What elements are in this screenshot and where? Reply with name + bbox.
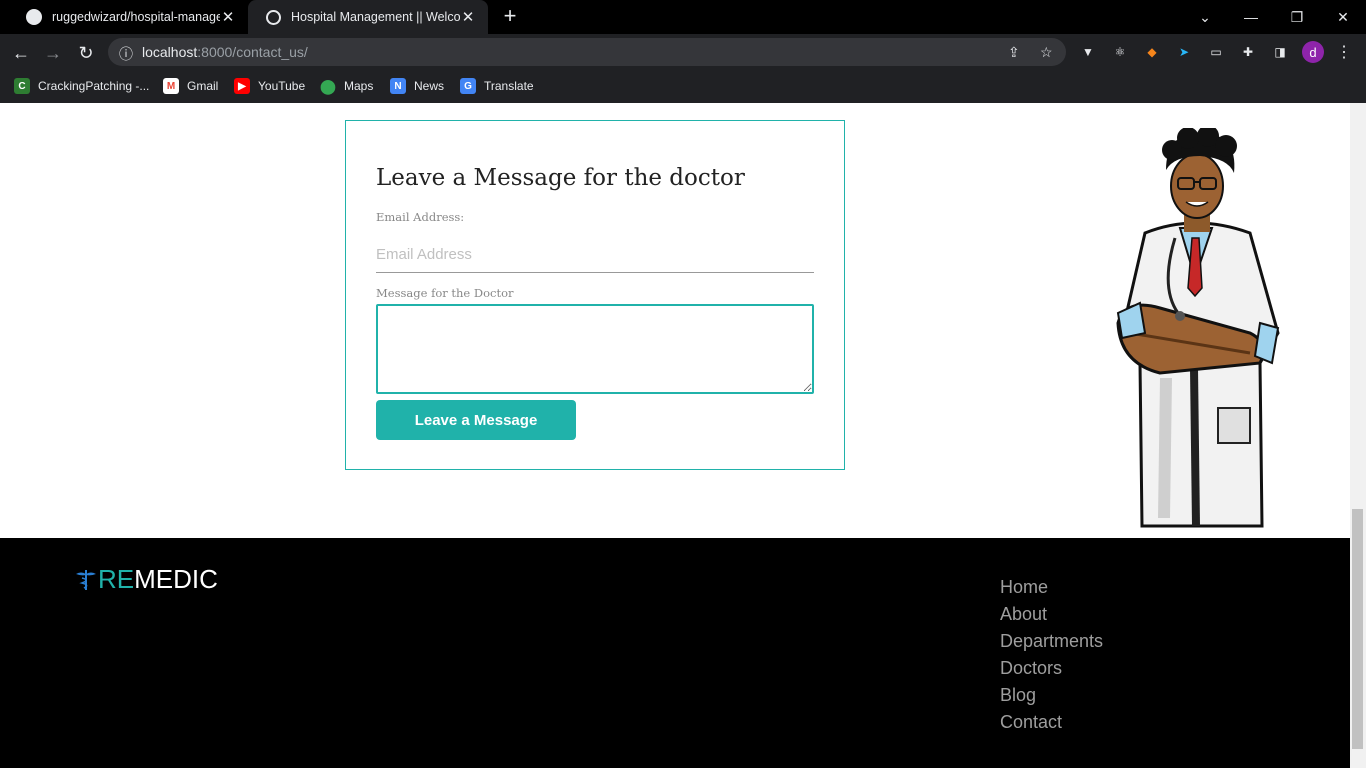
metamask-icon[interactable]: ◆ (1142, 42, 1162, 62)
youtube-icon: ▶ (234, 78, 250, 94)
extension-arrow-icon[interactable]: ➤ (1174, 42, 1194, 62)
side-panel-icon[interactable]: ◨ (1270, 42, 1290, 62)
page-scrollbar[interactable] (1350, 103, 1366, 768)
bookmark-label: CrackingPatching -... (38, 79, 150, 93)
bookmarks-bar: C CrackingPatching -... M Gmail ▶ YouTub… (0, 70, 1366, 103)
bookmark-gmail[interactable]: M Gmail (163, 76, 218, 96)
vue-devtools-icon[interactable]: ▼ (1078, 42, 1098, 62)
form-title: Leave a Message for the doctor (376, 165, 745, 191)
maps-icon: ⬤ (320, 77, 336, 94)
email-input[interactable] (376, 236, 814, 273)
bookmark-maps[interactable]: ⬤ Maps (320, 76, 373, 96)
contact-form-card: Leave a Message for the doctor Email Add… (345, 120, 845, 470)
logo-re: RE (98, 564, 135, 594)
logo-medic: MEDIC (134, 564, 218, 594)
extensions-puzzle-icon[interactable]: ✚ (1238, 42, 1258, 62)
leave-message-button[interactable]: Leave a Message (376, 400, 576, 440)
message-textarea[interactable] (376, 304, 814, 394)
bookmark-youtube[interactable]: ▶ YouTube (234, 76, 305, 96)
url-text: localhost:8000/contact_us/ (142, 44, 308, 60)
crackingpatching-icon: C (14, 78, 30, 94)
gmail-icon: M (163, 78, 179, 94)
github-icon (26, 9, 42, 25)
tab-search-icon[interactable]: ⌄ (1182, 0, 1228, 34)
tab-hospital-management[interactable]: Hospital Management || Welcom ✕ (248, 0, 488, 34)
minimize-button[interactable]: — (1228, 0, 1274, 34)
footer-link-home[interactable]: Home (1000, 576, 1103, 603)
forward-button[interactable]: → (40, 40, 66, 66)
site-logo[interactable]: RE MEDIC (74, 564, 218, 595)
site-footer: RE MEDIC Home About Departments Doctors B… (0, 538, 1350, 768)
footer-link-contact[interactable]: Contact (1000, 711, 1103, 738)
bookmark-label: News (414, 79, 445, 93)
translate-icon: G (460, 78, 476, 94)
bookmark-crackingpatching[interactable]: C CrackingPatching -... (14, 76, 149, 96)
tab-github[interactable]: ruggedwizard/hospital-managem ✕ (8, 0, 248, 34)
close-tab-icon[interactable]: ✕ (460, 8, 476, 26)
caduceus-icon (76, 569, 96, 590)
bookmark-label: Maps (344, 79, 374, 93)
tab-title: ruggedwizard/hospital-managem (52, 10, 220, 24)
address-bar[interactable]: ⓘ localhost:8000/contact_us/ ⇪ ☆ (108, 38, 1066, 66)
bookmark-label: Translate (484, 79, 534, 93)
bookmark-translate[interactable]: G Translate (460, 76, 534, 96)
extension-screen-icon[interactable]: ▭ (1206, 42, 1226, 62)
menu-kebab-icon[interactable]: ⋮ (1334, 42, 1354, 62)
tab-title: Hospital Management || Welcom (291, 10, 460, 24)
bookmark-star-icon[interactable]: ☆ (1040, 44, 1053, 61)
doctor-illustration (1116, 128, 1280, 528)
footer-link-doctors[interactable]: Doctors (1000, 657, 1103, 684)
bookmark-label: Gmail (187, 79, 219, 93)
bookmark-label: YouTube (258, 79, 306, 93)
bookmark-news[interactable]: N News (390, 76, 444, 96)
share-icon[interactable]: ⇪ (1008, 44, 1020, 61)
footer-nav: Home About Departments Doctors Blog Cont… (1000, 576, 1103, 738)
restore-button[interactable]: ❐ (1274, 0, 1320, 34)
scrollbar-thumb[interactable] (1352, 509, 1363, 749)
footer-link-departments[interactable]: Departments (1000, 630, 1103, 657)
profile-avatar[interactable]: d (1302, 41, 1324, 63)
browser-chrome: ruggedwizard/hospital-managem ✕ Hospital… (0, 0, 1366, 103)
close-tab-icon[interactable]: ✕ (220, 8, 236, 26)
page-viewport: Leave a Message for the doctor Email Add… (0, 103, 1350, 768)
react-devtools-icon[interactable]: ⚛ (1110, 42, 1130, 62)
footer-link-about[interactable]: About (1000, 603, 1103, 630)
footer-link-blog[interactable]: Blog (1000, 684, 1103, 711)
message-label: Message for the Doctor (376, 286, 514, 300)
info-icon[interactable]: ⓘ (119, 44, 133, 64)
close-window-button[interactable]: ✕ (1320, 0, 1366, 34)
tab-strip: ruggedwizard/hospital-managem ✕ Hospital… (0, 0, 1366, 34)
back-button[interactable]: ← (8, 40, 34, 66)
globe-icon (266, 9, 281, 25)
new-tab-button[interactable]: + (498, 5, 522, 29)
news-icon: N (390, 78, 406, 94)
email-label: Email Address: (376, 210, 465, 224)
reload-button[interactable]: ↻ (73, 40, 99, 66)
